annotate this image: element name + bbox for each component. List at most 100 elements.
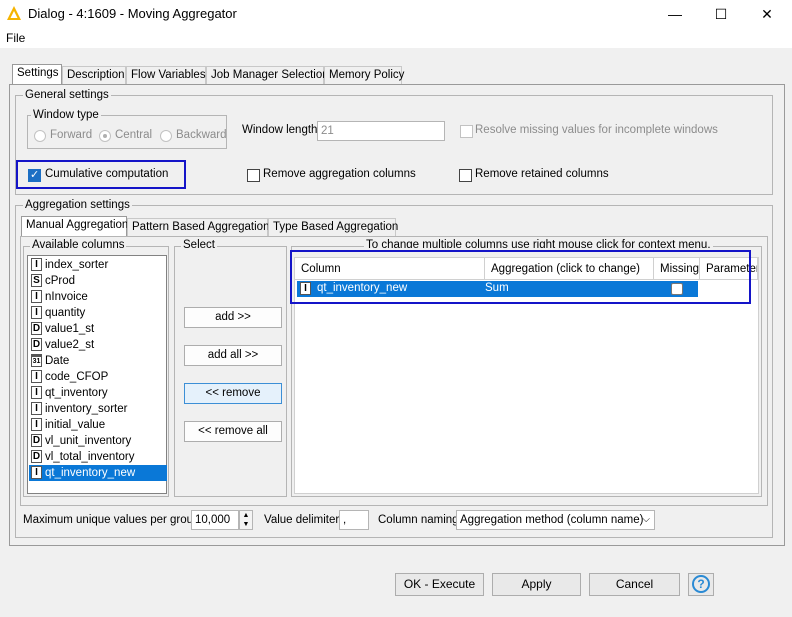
radio-central[interactable] — [99, 130, 111, 142]
radio-backward-label: Backward — [176, 129, 227, 141]
max-unique-spinner[interactable]: ▲ ▼ — [239, 510, 253, 530]
list-item[interactable]: Iinitial_value — [29, 417, 167, 433]
column-name: qt_inventory — [45, 387, 108, 399]
remove-all-button[interactable]: << remove all — [184, 421, 282, 442]
list-item[interactable]: Iquantity — [29, 305, 167, 321]
available-columns-list[interactable]: Iindex_sorter ScProd InInvoice Iquantity Dva… — [27, 255, 167, 494]
list-item[interactable]: Dvl_unit_inventory — [29, 433, 167, 449]
list-item[interactable]: Icode_CFOP — [29, 369, 167, 385]
context-menu-hint: To change multiple columns use right mou… — [364, 239, 713, 248]
list-item[interactable]: Iinventory_sorter — [29, 401, 167, 417]
max-unique-label: Maximum unique values per group — [23, 514, 200, 526]
title-bar: Dialog - 4:1609 - Moving Aggregator — ☐ … — [0, 0, 792, 28]
aggregation-settings-label: Aggregation settings — [23, 199, 132, 211]
subtab-pattern[interactable]: Pattern Based Aggregation — [127, 218, 269, 236]
resolve-missing-label: Resolve missing values for incomplete wi… — [475, 124, 718, 136]
tab-description[interactable]: Description — [62, 66, 126, 84]
remove-aggregation-checkbox[interactable] — [247, 169, 260, 182]
column-type-icon: I — [31, 370, 42, 383]
remove-button[interactable]: << remove — [184, 383, 282, 404]
subtab-type[interactable]: Type Based Aggregation — [268, 218, 398, 236]
column-name: code_CFOP — [45, 371, 109, 383]
window-length-label: Window length — [242, 124, 318, 136]
add-all-button[interactable]: add all >> — [184, 345, 282, 366]
chevron-down-icon: ⌵ — [642, 514, 650, 525]
column-name: nInvoice — [45, 291, 88, 303]
column-type-icon: I — [31, 290, 42, 303]
column-naming-select[interactable]: Aggregation method (column name) ⌵ — [456, 510, 655, 530]
ok-execute-button[interactable]: OK - Execute — [395, 573, 484, 596]
subtab-manual[interactable]: Manual Aggregation — [21, 216, 128, 237]
column-type-icon: D — [31, 450, 42, 463]
column-name: vl_unit_inventory — [45, 435, 132, 447]
list-item[interactable]: Iindex_sorter — [29, 257, 167, 273]
column-type-icon: S — [31, 274, 42, 287]
minimize-button[interactable]: — — [652, 0, 698, 28]
column-type-icon: I — [31, 402, 42, 415]
list-item[interactable]: Iqt_inventory_new — [29, 465, 167, 481]
column-type-icon: I — [31, 306, 42, 319]
list-item[interactable]: Dvl_total_inventory — [29, 449, 167, 465]
spinner-up-icon[interactable]: ▲ — [240, 511, 252, 520]
highlight-box-table — [290, 250, 751, 304]
cancel-button[interactable]: Cancel — [589, 573, 680, 596]
general-settings-label: General settings — [23, 89, 111, 101]
resolve-missing-checkbox[interactable] — [460, 125, 473, 138]
column-name: quantity — [45, 307, 86, 319]
window-type-label: Window type — [31, 109, 101, 121]
spinner-down-icon[interactable]: ▼ — [240, 520, 252, 529]
knime-logo-icon — [7, 6, 21, 20]
column-name: initial_value — [45, 419, 106, 431]
column-name: index_sorter — [45, 259, 109, 271]
radio-central-label: Central — [115, 129, 153, 141]
list-item[interactable]: 31 Date — [29, 353, 167, 369]
column-name: cProd — [45, 275, 76, 287]
radio-forward[interactable] — [34, 130, 46, 142]
select-label: Select — [181, 239, 217, 251]
maximize-button[interactable]: ☐ — [698, 0, 744, 28]
column-type-icon: 31 — [31, 354, 42, 367]
remove-aggregation-label: Remove aggregation columns — [263, 168, 416, 180]
tab-memory-policy[interactable]: Memory Policy — [324, 66, 404, 84]
remove-retained-label: Remove retained columns — [475, 168, 609, 180]
column-name: inventory_sorter — [45, 403, 128, 415]
add-button[interactable]: add >> — [184, 307, 282, 328]
list-item[interactable]: ScProd — [29, 273, 167, 289]
column-name: value2_st — [45, 339, 95, 351]
column-type-icon: I — [31, 418, 42, 431]
cumulative-label: Cumulative computation — [45, 168, 169, 180]
radio-backward[interactable] — [160, 130, 172, 142]
tab-flow-variables[interactable]: Flow Variables — [126, 66, 206, 84]
window-length-input[interactable]: 21 — [317, 121, 445, 141]
window-title: Dialog - 4:1609 - Moving Aggregator — [28, 6, 237, 21]
list-item[interactable]: Dvalue2_st — [29, 337, 167, 353]
column-naming-value: Aggregation method (column name) — [460, 514, 644, 526]
column-naming-label: Column naming — [378, 514, 459, 526]
list-item[interactable]: Iqt_inventory — [29, 385, 167, 401]
column-name: Date — [45, 355, 70, 367]
max-unique-input[interactable]: 10,000 — [191, 510, 239, 530]
list-item[interactable]: Dvalue1_st — [29, 321, 167, 337]
close-icon: ✕ — [761, 6, 773, 22]
minimize-icon: — — [668, 6, 682, 22]
value-delimiter-label: Value delimiter — [264, 514, 340, 526]
cumulative-checkbox[interactable] — [28, 168, 41, 182]
close-button[interactable]: ✕ — [744, 0, 790, 28]
value-delimiter-input[interactable]: , — [339, 510, 369, 530]
maximize-icon: ☐ — [714, 6, 728, 22]
help-button[interactable]: ? — [688, 573, 714, 596]
list-item[interactable]: InInvoice — [29, 289, 167, 305]
column-name: value1_st — [45, 323, 95, 335]
column-type-icon: D — [31, 434, 42, 447]
available-columns-label: Available columns — [30, 239, 127, 251]
column-type-icon: I — [31, 466, 42, 479]
remove-retained-checkbox[interactable] — [459, 169, 472, 182]
column-type-icon: I — [31, 386, 42, 399]
apply-button[interactable]: Apply — [492, 573, 581, 596]
tab-settings[interactable]: Settings — [12, 64, 62, 85]
tab-job-manager-selection[interactable]: Job Manager Selection — [206, 66, 329, 84]
column-type-icon: I — [31, 258, 42, 271]
radio-forward-label: Forward — [50, 129, 93, 141]
column-type-icon: D — [31, 338, 42, 351]
menu-file[interactable]: File — [6, 31, 25, 45]
